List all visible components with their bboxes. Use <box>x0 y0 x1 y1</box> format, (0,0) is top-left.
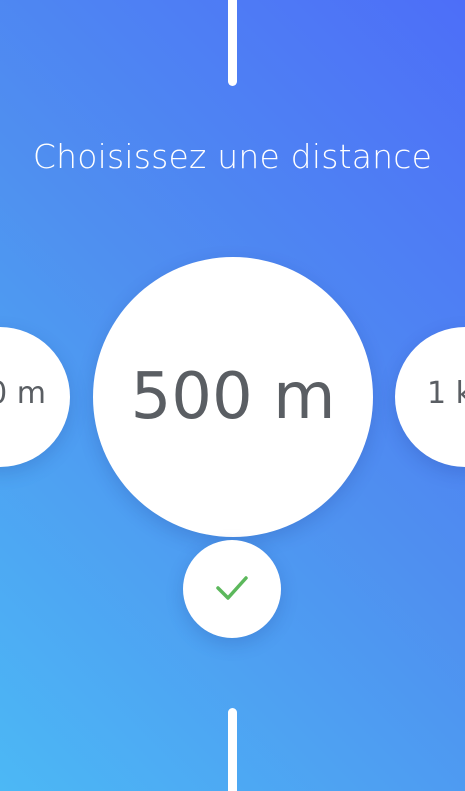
top-connector-line <box>228 0 237 86</box>
check-icon <box>216 576 248 600</box>
distance-option-next[interactable]: 1 km <box>395 327 465 467</box>
distance-option-previous[interactable]: 250 m <box>0 327 70 467</box>
distance-picker-screen: Choisissez une distance 250 m 500 m 1 km <box>0 0 465 791</box>
distance-option-previous-label: 250 m <box>0 376 46 411</box>
page-title: Choisissez une distance <box>32 137 433 176</box>
distance-option-selected[interactable]: 500 m <box>93 257 373 537</box>
bottom-connector-line <box>228 708 237 791</box>
distance-option-next-label: 1 km <box>427 376 465 411</box>
distance-option-selected-label: 500 m <box>130 360 336 434</box>
confirm-button[interactable] <box>183 540 281 638</box>
